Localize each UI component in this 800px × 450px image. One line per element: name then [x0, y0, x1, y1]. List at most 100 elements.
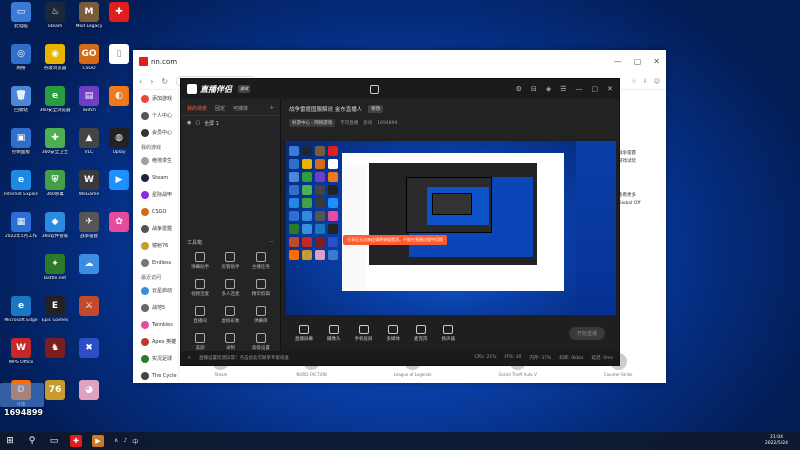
toolbox-item[interactable]: 多人连麦 — [215, 279, 245, 297]
sidebar-item[interactable]: 添加游戏 — [133, 90, 178, 107]
source-control[interactable]: 手机投屏 — [355, 324, 373, 342]
source-control[interactable]: 麦克风 — [414, 324, 428, 342]
sidebar-item[interactable]: 战争雷霆 — [133, 220, 178, 237]
source-control[interactable]: 多媒体 — [387, 324, 400, 342]
desktop-shortcut[interactable]: ♨ Steam — [38, 2, 72, 30]
sidebar-item[interactable]: 个人中心 — [133, 107, 178, 124]
search-icon[interactable]: ⚲ — [26, 435, 38, 447]
desktop-shortcut[interactable]: ✖ — [72, 338, 106, 360]
close-icon[interactable]: ✕ — [653, 57, 660, 66]
windows-start-icon[interactable]: ⊞ — [4, 435, 16, 447]
toolbox-item[interactable]: 虚拟形象 — [215, 306, 245, 324]
toolbox-item[interactable]: 直播间 — [185, 306, 215, 324]
theme-icon[interactable]: ◈ — [546, 85, 551, 93]
edit-room-button[interactable]: 修改 — [368, 105, 384, 113]
toolbox-item[interactable]: 视频连麦 — [185, 279, 215, 297]
desktop-shortcut[interactable]: E Epic Games — [38, 296, 72, 324]
desktop-shortcut[interactable]: ✿ — [102, 212, 136, 234]
toolbox-item[interactable]: 主播任务 — [246, 252, 276, 270]
sidebar-item[interactable]: 会员中心 — [133, 124, 178, 141]
desktop-shortcut[interactable]: ◕ — [72, 380, 106, 402]
desktop-shortcut[interactable]: ☁ — [72, 254, 106, 276]
stream-preview[interactable]: 分享区无法响应请将弹窗置顶，不能在直播过程中切换 — [286, 141, 616, 331]
right-panel-more-link[interactable]: 查看更多 — [618, 192, 658, 200]
maximize-icon[interactable]: ▢ — [592, 85, 599, 93]
toolbox-item[interactable]: 房管助手 — [215, 252, 245, 270]
desktop-shortcut[interactable]: ◐ — [102, 86, 136, 108]
sidebar-item[interactable]: 实况足球 — [133, 350, 178, 367]
desktop-shortcut[interactable]: ▦ 2022年5月工作 — [4, 212, 38, 240]
source-control[interactable]: 扬声器 — [442, 324, 455, 342]
maximize-icon[interactable]: ▢ — [634, 57, 642, 66]
desktop-shortcut[interactable]: ◉ 谷歌浏览器 — [38, 44, 72, 72]
desktop-shortcut[interactable]: ◎ 网络 — [4, 44, 38, 72]
settings-icon[interactable]: ⚙ — [516, 85, 522, 93]
task-view-icon[interactable]: ▭ — [48, 435, 60, 447]
bookmark-icon[interactable]: ☆ — [631, 78, 636, 85]
sidebar-item[interactable]: 云星启动 — [133, 282, 178, 299]
desktop-shortcut[interactable]: ✦ Battle.net — [38, 254, 72, 282]
refresh-icon[interactable]: ↻ — [161, 77, 168, 86]
sidebar-item[interactable]: 战地5 — [133, 299, 178, 316]
right-panel-item[interactable]: 游戏试玩 — [618, 158, 658, 166]
close-icon[interactable]: ✕ — [607, 85, 613, 93]
input-method-icon[interactable]: 中 — [132, 437, 138, 446]
taskbar-app-nn-icon[interactable]: ✚ — [70, 435, 82, 447]
desktop-shortcut[interactable]: ◆ 360软件管家 — [38, 212, 72, 240]
sidebar-item[interactable]: Apex 英雄 — [133, 333, 178, 350]
taskbar-clock[interactable]: 21:04 2022/5/24 — [765, 435, 796, 447]
room-category[interactable]: 射游中心 · 网络游戏 — [289, 119, 336, 127]
desktop-shortcut[interactable]: ◍ Uplay — [102, 128, 136, 156]
desktop-shortcut[interactable]: ✚ 360安全卫士 — [38, 128, 72, 156]
toolbox-item[interactable]: 弹幕助手 — [185, 252, 215, 270]
desktop-shortcut[interactable]: ▶ — [102, 170, 136, 192]
sidebar-item[interactable]: Twinkles — [133, 316, 178, 333]
desktop-shortcut[interactable]: e Microsoft Edge — [4, 296, 38, 324]
more-icon[interactable]: ⋯ — [269, 239, 274, 246]
toolbox-item[interactable]: 美颜 — [185, 333, 215, 351]
toolbox-item[interactable]: 高级设置 — [246, 333, 276, 351]
download-icon[interactable]: ⇩ — [643, 78, 648, 85]
menu-icon[interactable]: ☰ — [560, 85, 566, 93]
toolbox-item[interactable]: 精华剪辑 — [246, 279, 276, 297]
desktop-shortcut[interactable]: ▭ 此电脑 — [4, 2, 38, 30]
tray-expand-icon[interactable]: ∧ — [114, 437, 118, 446]
right-panel-item[interactable]: Global Off — [618, 200, 658, 208]
taskbar-app-streaming-icon[interactable]: ▶ — [92, 435, 104, 447]
add-scene-icon[interactable]: + — [270, 105, 274, 112]
desktop-shortcut[interactable]: e Internet Explorer — [4, 170, 38, 198]
desktop-shortcut[interactable]: ▯ — [102, 44, 136, 66]
sidebar-item[interactable]: The Cycle — [133, 367, 178, 384]
tab-media[interactable]: 可媒体 — [233, 105, 248, 112]
forward-icon[interactable]: › — [150, 77, 153, 86]
source-control[interactable]: 直播屏幕 — [295, 324, 313, 342]
sidebar-item[interactable]: CSGO — [133, 203, 178, 220]
source-control[interactable]: 摄像头 — [327, 324, 341, 342]
sidebar-item[interactable]: Steam — [133, 169, 178, 186]
desktop-shortcut[interactable]: ⚔ — [72, 296, 106, 318]
layout-icon[interactable]: ⊟ — [531, 85, 537, 93]
sidebar-item[interactable]: 星际战甲 — [133, 186, 178, 203]
desktop-shortcut[interactable]: ▣ 控制面板 — [4, 128, 38, 156]
sidebar-item[interactable]: 绝地求生 — [133, 152, 178, 169]
status-warning-text[interactable]: 直播设置检测异常！点击此处可联系专家排查 — [199, 355, 289, 361]
scene-item[interactable]: ◉ ▢ 全屏 1 — [181, 116, 280, 131]
back-icon[interactable]: ‹ — [139, 77, 142, 86]
minimize-icon[interactable]: — — [576, 85, 583, 93]
desktop-shortcut[interactable]: ▲ VLC — [72, 128, 106, 156]
toolbox-item[interactable]: 录制 — [215, 333, 245, 351]
go-live-button[interactable]: 开始直播 — [568, 326, 605, 340]
toolbox-item[interactable]: 弹幕库 — [246, 306, 276, 324]
right-panel-item[interactable]: 战争雷霆 — [618, 150, 658, 158]
desktop-shortcut[interactable]: W WeGame — [72, 170, 106, 198]
lock-icon[interactable]: ▢ — [195, 120, 200, 127]
tab-fixed[interactable]: 固定 — [215, 105, 225, 112]
desktop-shortcut[interactable]: M Mod Legacy — [72, 2, 106, 30]
volume-icon[interactable]: ♪ — [123, 437, 127, 446]
desktop-shortcut[interactable]: e 360安全浏览器 — [38, 86, 72, 114]
desktop-shortcut[interactable]: ⛨ 360杀毒 — [38, 170, 72, 198]
eye-icon[interactable]: ◉ — [187, 120, 191, 127]
sidebar-item[interactable]: Endless — [133, 254, 178, 271]
desktop-shortcut[interactable]: 🗑 回收站 — [4, 86, 38, 114]
user-icon[interactable]: ☺ — [654, 78, 660, 85]
